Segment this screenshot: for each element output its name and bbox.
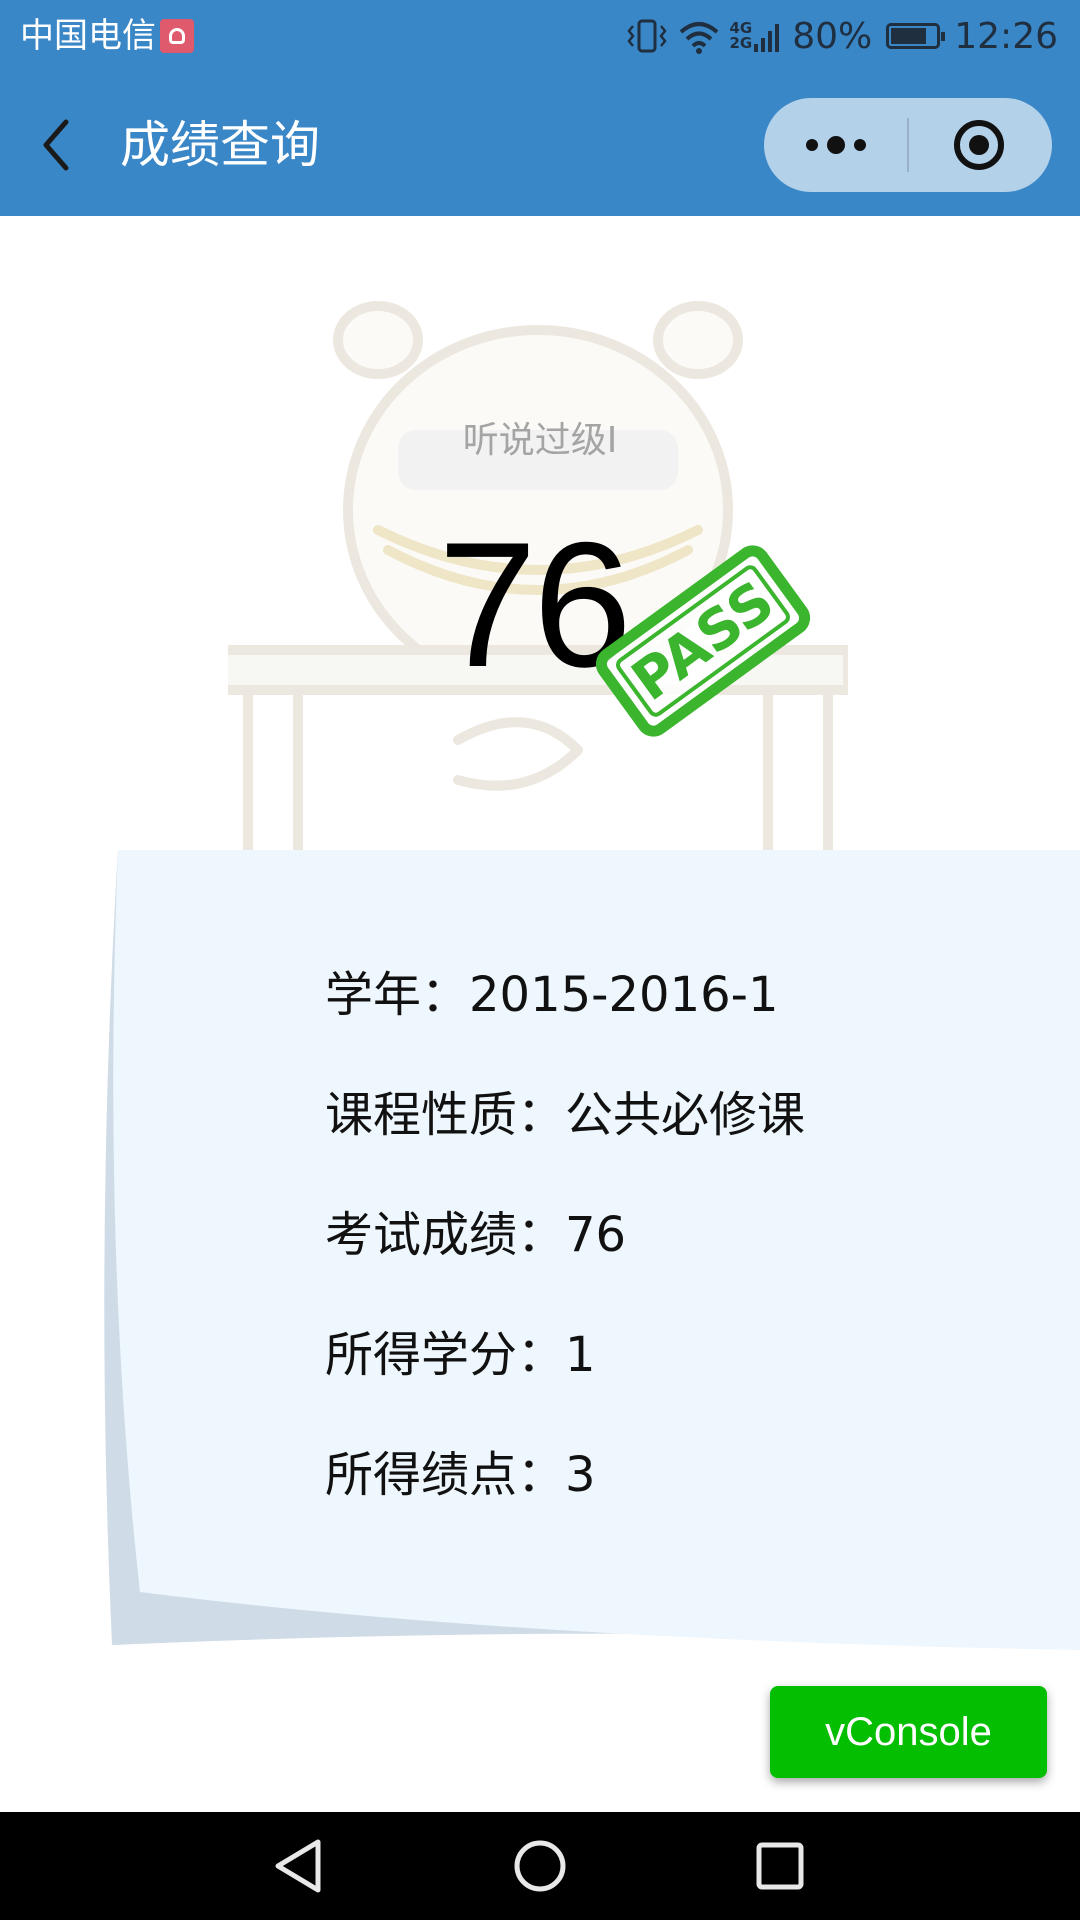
detail-course-type: 课程性质： 公共必修课 — [325, 1082, 1045, 1202]
nav-back-button[interactable] — [260, 1826, 340, 1906]
detail-label: 学年： — [325, 967, 470, 1023]
detail-exam-score: 考试成绩： 76 — [325, 1202, 1045, 1322]
miniprogram-capsule — [764, 98, 1052, 192]
score-display: 76 — [438, 505, 632, 704]
pass-stamp: PASS — [595, 545, 811, 737]
chevron-left-icon — [43, 119, 69, 171]
carrier-info: 中国电信 — [20, 16, 194, 56]
detail-label: 所得绩点： — [325, 1447, 566, 1503]
android-navigation-bar — [0, 1812, 1080, 1920]
battery-icon — [886, 23, 946, 49]
carrier-name: 中国电信 — [20, 16, 156, 56]
more-dots-icon — [806, 136, 866, 154]
detail-label: 考试成绩： — [325, 1207, 566, 1263]
status-bar: 中国电信 4G 2G 80% 12:26 — [0, 0, 1080, 74]
wifi-icon — [677, 16, 721, 56]
target-circle-icon — [954, 120, 1004, 170]
cellular-signal-icon: 4G 2G — [729, 16, 782, 56]
course-name: 听说过级Ⅰ — [462, 420, 618, 461]
vconsole-button[interactable]: vConsole — [770, 1686, 1047, 1778]
nav-recent-button[interactable] — [740, 1826, 820, 1906]
huawei-badge-icon — [160, 19, 194, 53]
vibrate-icon — [625, 16, 669, 56]
page-title: 成绩查询 — [120, 116, 320, 174]
detail-value: 公共必修课 — [565, 1087, 806, 1143]
detail-label: 课程性质： — [325, 1087, 566, 1143]
circle-home-icon — [514, 1840, 566, 1892]
detail-label: 所得学分： — [325, 1327, 566, 1383]
course-details: 学年： 2015-2016-1 课程性质： 公共必修课 考试成绩： 76 所得学… — [325, 962, 1045, 1562]
clock: 12:26 — [954, 15, 1058, 57]
detail-grade-points: 所得绩点： 3 — [325, 1442, 1045, 1562]
detail-value: 1 — [565, 1327, 596, 1383]
more-button[interactable] — [764, 98, 907, 192]
nav-home-button[interactable] — [500, 1826, 580, 1906]
battery-percent: 80% — [792, 15, 873, 57]
status-icons: 4G 2G 80% 12:26 — [625, 14, 1058, 58]
battery-level — [891, 28, 927, 44]
square-recent-icon — [756, 1842, 804, 1890]
detail-value: 76 — [565, 1207, 627, 1263]
detail-value: 3 — [565, 1447, 596, 1503]
detail-credits: 所得学分： 1 — [325, 1322, 1045, 1442]
close-miniprogram-button[interactable] — [909, 98, 1052, 192]
triangle-back-icon — [275, 1839, 321, 1893]
network-type-bottom: 2G — [729, 34, 753, 52]
detail-value: 2015-2016-1 — [469, 967, 779, 1023]
detail-academic-year: 学年： 2015-2016-1 — [325, 962, 1045, 1082]
title-bar: 成绩查询 — [0, 74, 1080, 216]
back-button[interactable] — [26, 110, 96, 180]
